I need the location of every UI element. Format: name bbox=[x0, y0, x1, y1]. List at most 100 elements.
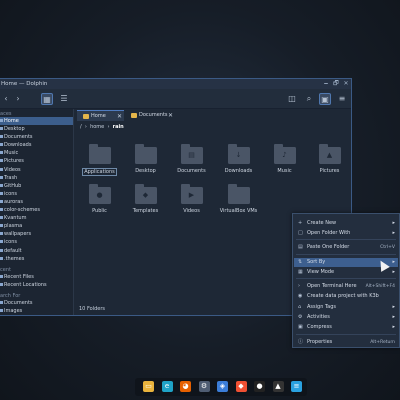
sidebar-item-trash[interactable]: Trash bbox=[0, 174, 73, 182]
git-icon[interactable]: ◆ bbox=[235, 381, 247, 392]
folder-name: Applications bbox=[84, 169, 115, 175]
tab-close-icon[interactable]: ✕ bbox=[117, 111, 122, 122]
notes-icon[interactable]: ≡ bbox=[291, 381, 302, 392]
settings-icon[interactable]: ⚙ bbox=[198, 381, 210, 392]
menu-item-open-terminal-here[interactable]: › Open Terminal Here Alt+Shift+F4 bbox=[294, 282, 398, 291]
menu-item-compress[interactable]: ▣ Compress ▸ bbox=[294, 323, 398, 332]
sidebar-item-plasma[interactable]: plasma bbox=[0, 222, 73, 230]
kde-icon[interactable]: ◈ bbox=[217, 381, 228, 392]
icons-view-icon[interactable]: ▦ bbox=[41, 93, 53, 105]
split-view-icon[interactable]: ◫ bbox=[286, 93, 298, 105]
folder-name: Desktop bbox=[135, 168, 156, 174]
place-icon bbox=[0, 191, 3, 195]
place-icon bbox=[0, 143, 3, 147]
sidebar-item-label: Music bbox=[4, 150, 19, 157]
search-icon[interactable]: ⌕ bbox=[303, 93, 315, 105]
forward-icon[interactable]: › bbox=[12, 93, 24, 105]
place-icon bbox=[0, 274, 3, 278]
folder-item[interactable]: ↓ Downloads bbox=[216, 144, 261, 184]
menu-item-properties[interactable]: ⓘ Properties Alt+Return bbox=[294, 338, 398, 347]
folder-emblem-icon: ▶ bbox=[188, 191, 195, 199]
menu-item-assign-tags[interactable]: ⌂ Assign Tags ▸ bbox=[294, 303, 398, 312]
sidebar-item-documents[interactable]: Documents bbox=[0, 133, 73, 141]
sidebar-item-music[interactable]: Music bbox=[0, 149, 73, 157]
sidebar-item-desktop[interactable]: Desktop bbox=[0, 125, 73, 133]
place-icon bbox=[0, 216, 3, 220]
place-icon bbox=[0, 199, 3, 203]
sidebar-item-icons[interactable]: icons bbox=[0, 190, 73, 198]
sidebar-item-documents[interactable]: Documents bbox=[0, 299, 73, 307]
folder-item[interactable]: VirtualBox VMs bbox=[216, 184, 261, 224]
menu-item-icon: ⇅ bbox=[298, 259, 303, 265]
tab-home[interactable]: Home ✕ bbox=[77, 110, 124, 121]
sidebar-item-label: color-schemes bbox=[4, 207, 40, 214]
folder-item[interactable]: Applications bbox=[77, 144, 122, 184]
folder-emblem-icon: ▤ bbox=[188, 151, 195, 159]
sidebar-item-recent-files[interactable]: Recent Files bbox=[0, 273, 73, 281]
menu-item-label: Paste One Folder bbox=[307, 244, 350, 250]
files-icon[interactable]: ▭ bbox=[143, 381, 154, 392]
folder-item[interactable]: ▲ Pictures bbox=[307, 144, 351, 184]
minimize-icon[interactable]: 🗕 bbox=[322, 80, 330, 88]
folder-item[interactable]: ▶ Videos bbox=[169, 184, 214, 224]
sidebar-item-downloads[interactable]: Downloads bbox=[0, 141, 73, 149]
hamburger-menu-icon[interactable]: ≡ bbox=[336, 93, 348, 105]
place-icon bbox=[0, 183, 3, 187]
folder-item[interactable]: ♪ Music bbox=[262, 144, 307, 184]
menu-item-create-new[interactable]: + Create New ▸ bbox=[294, 219, 398, 228]
breadcrumb[interactable]: / › home › rain bbox=[75, 122, 351, 133]
folder-item[interactable]: ▤ Documents bbox=[169, 144, 214, 184]
sidebar-item-themes[interactable]: .themes bbox=[0, 255, 73, 263]
tab-documents[interactable]: Documents ✕ bbox=[125, 110, 175, 121]
preview-icon[interactable]: ▣ bbox=[319, 93, 331, 105]
folder-icon bbox=[134, 144, 157, 164]
sidebar-item-label: Images bbox=[4, 307, 23, 314]
sidebar-item-kvantum[interactable]: Kvantum bbox=[0, 214, 73, 222]
back-icon[interactable]: ‹ bbox=[0, 93, 12, 105]
folder-item[interactable]: Desktop bbox=[123, 144, 168, 184]
sidebar-item-videos[interactable]: Videos bbox=[0, 166, 73, 174]
sidebar-item-images[interactable]: Images bbox=[0, 307, 73, 315]
crumb-home[interactable]: home bbox=[90, 124, 104, 130]
sidebar-item-label: Recent Files bbox=[4, 273, 34, 280]
taskbar: ▭ e ◕ ⚙ ◈ ◆ ● ▲ ≡ bbox=[135, 378, 307, 396]
tab-close-icon[interactable]: ✕ bbox=[168, 110, 173, 121]
sidebar-item-icons[interactable]: icons bbox=[0, 238, 73, 246]
sidebar-item-label: .themes bbox=[4, 255, 25, 262]
menu-item-paste-one-folder[interactable]: ▤ Paste One Folder Ctrl+V bbox=[294, 243, 398, 252]
menu-item-open-folder-with[interactable]: □ Open Folder With ▸ bbox=[294, 229, 398, 238]
place-icon bbox=[0, 282, 3, 286]
submenu-arrow-icon: ▸ bbox=[392, 220, 395, 226]
sidebar-item-github[interactable]: GitHub bbox=[0, 182, 73, 190]
firefox-icon[interactable]: ◕ bbox=[180, 381, 191, 392]
sidebar-item-wallpapers[interactable]: wallpapers bbox=[0, 230, 73, 238]
folder-item[interactable]: ● Public bbox=[77, 184, 122, 224]
folder-item[interactable]: ◆ Templates bbox=[123, 184, 168, 224]
details-view-icon[interactable]: ☰ bbox=[58, 93, 70, 105]
crumb-current[interactable]: rain bbox=[113, 124, 124, 130]
sidebar-item-pictures[interactable]: Pictures bbox=[0, 157, 73, 165]
crumb-root[interactable]: / bbox=[80, 124, 82, 130]
github-icon[interactable]: ● bbox=[254, 381, 265, 392]
sidebar-item-label: Downloads bbox=[4, 142, 32, 149]
menu-item-create-data-project-with-k3b[interactable]: ◉ Create data project with K3b bbox=[294, 292, 398, 301]
menu-separator bbox=[296, 334, 396, 335]
folder-icon: ● bbox=[88, 184, 111, 204]
sidebar-item-recent-locations[interactable]: Recent Locations bbox=[0, 281, 73, 289]
maximize-icon[interactable]: 🗗 bbox=[332, 80, 340, 88]
sidebar-item-auroras[interactable]: auroras bbox=[0, 198, 73, 206]
sidebar-item-label: Desktop bbox=[4, 126, 25, 133]
window-titlebar[interactable]: Home — Dolphin 🗕 🗗 ✕ bbox=[0, 79, 351, 89]
sidebar-item-default[interactable]: default bbox=[0, 247, 73, 255]
edge-icon[interactable]: e bbox=[161, 381, 173, 392]
folder-icon: ▤ bbox=[180, 144, 203, 164]
inkscape-icon[interactable]: ▲ bbox=[272, 381, 284, 392]
window-title: Home — Dolphin bbox=[1, 81, 48, 87]
close-icon[interactable]: ✕ bbox=[342, 80, 350, 88]
sidebar-item-home[interactable]: Home bbox=[0, 117, 73, 126]
sidebar-item-label: Documents bbox=[4, 134, 33, 141]
sidebar-item-color-schemes[interactable]: color-schemes bbox=[0, 206, 73, 214]
menu-item-icon: ⓘ bbox=[298, 339, 304, 345]
menu-item-activities[interactable]: ⚙ Activities ▸ bbox=[294, 313, 398, 322]
status-count: 10 Folders bbox=[79, 306, 106, 312]
